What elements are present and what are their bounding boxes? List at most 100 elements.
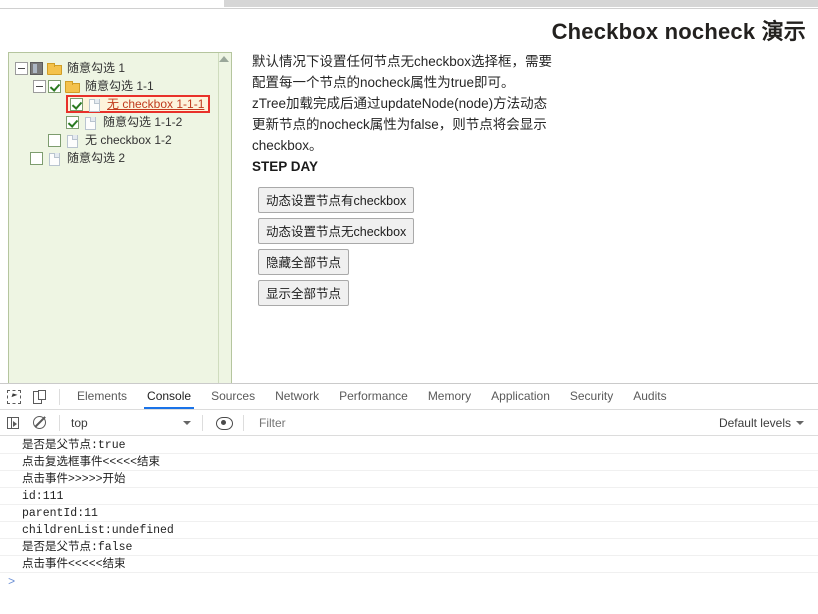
tree-switch-spacer: [51, 116, 64, 129]
description-line: 配置每一个节点的nocheck属性为true即可。: [252, 75, 515, 90]
console-settings-eye-button[interactable]: [210, 410, 236, 435]
description-line: 默认情况下设置任何节点无checkbox选择框，需要: [252, 54, 553, 69]
log-levels-select[interactable]: Default levels: [719, 416, 804, 430]
console-filter-bar: top Default levels: [0, 410, 818, 436]
console-message: 是否是父节点:false: [0, 539, 818, 556]
devtools-tab-console[interactable]: Console: [137, 384, 201, 409]
description-line: checkbox。: [252, 138, 323, 153]
tree-node-checkbox[interactable]: [30, 151, 43, 165]
toolbar-divider: [59, 388, 60, 405]
set-node-has-checkbox-button[interactable]: 动态设置节点有checkbox: [258, 187, 415, 213]
clear-console-button[interactable]: [26, 410, 52, 435]
browser-chrome-strip: [0, 0, 818, 9]
tree-scrollbar[interactable]: [218, 53, 231, 383]
tree-node-row[interactable]: 随意勾选 1: [15, 59, 231, 77]
devtools-tab-security[interactable]: Security: [560, 384, 623, 409]
step-label: STEP DAY: [252, 159, 319, 174]
ztree-panel[interactable]: 随意勾选 1 随意勾选 1-1 无 checkbox 1-1-1 随意勾选 1-1-2…: [8, 52, 232, 384]
tree-node-content[interactable]: 无 checkbox 1-2: [48, 131, 174, 149]
tree-node-checkbox[interactable]: [66, 115, 79, 129]
chevron-down-icon: [796, 420, 804, 425]
tree-node-content[interactable]: 随意勾选 1: [30, 59, 127, 77]
console-message: 是否是父节点:true: [0, 437, 818, 454]
set-node-no-checkbox-button[interactable]: 动态设置节点无checkbox: [258, 218, 415, 244]
tree-node[interactable]: 随意勾选 1-1 无 checkbox 1-1-1 随意勾选 1-1-2: [33, 77, 231, 131]
device-toolbar-icon: [32, 390, 46, 404]
filterbar-divider-3: [243, 414, 244, 431]
tree-node-row[interactable]: 随意勾选 1-1-2: [51, 113, 231, 131]
console-message: 点击事件>>>>>开始: [0, 471, 818, 488]
tree-node-row[interactable]: 无 checkbox 1-2: [33, 131, 231, 149]
console-filter-input[interactable]: [251, 414, 719, 431]
devtools-tab-performance[interactable]: Performance: [329, 384, 418, 409]
tree-node-checkbox[interactable]: [48, 133, 61, 147]
tree-node-checkbox[interactable]: [48, 79, 61, 93]
tree-node-row[interactable]: 随意勾选 1-1: [33, 77, 231, 95]
file-icon: [64, 133, 80, 148]
log-levels-value: Default levels: [718, 415, 791, 430]
devtools-tab-memory[interactable]: Memory: [418, 384, 481, 409]
tree-node-label: 无 checkbox 1-2: [85, 133, 172, 147]
tree-node-content[interactable]: 随意勾选 2: [30, 149, 127, 167]
console-prompt[interactable]: >: [0, 573, 818, 591]
devtools-tab-sources[interactable]: Sources: [201, 384, 265, 409]
toggle-device-toolbar-button[interactable]: [26, 384, 52, 409]
tree-node-label: 无 checkbox 1-1-1: [107, 97, 205, 111]
tree-node-content[interactable]: 随意勾选 1-1: [48, 77, 156, 95]
tree-switch-spacer: [33, 134, 46, 147]
browser-tab-strip: [224, 0, 818, 7]
devtools-tab-application[interactable]: Application: [481, 384, 560, 409]
action-button-group: 动态设置节点有checkbox 动态设置节点无checkbox 隐藏全部节点 显…: [258, 187, 415, 311]
tree-node[interactable]: 随意勾选 2: [15, 149, 231, 167]
execution-context-select[interactable]: top: [67, 416, 195, 430]
console-logs-container: 是否是父节点:true 点击复选框事件<<<<<结束 点击事件>>>>>开始 id:1…: [0, 437, 818, 573]
tree-node[interactable]: 随意勾选 1 随意勾选 1-1 无 checkbox 1-1-1 随意勾选 1-1-2…: [15, 59, 231, 149]
console-message: 点击复选框事件<<<<<结束: [0, 454, 818, 471]
tree-node-content[interactable]: 随意勾选 1-1-2: [66, 113, 184, 131]
tree-node-checkbox[interactable]: [30, 61, 43, 75]
app-root: Checkbox nocheck 演示 随意勾选 1 随意勾选 1-1 无 chec…: [0, 0, 818, 614]
devtools-tabbar: Elements Console Sources Network Performance…: [0, 384, 818, 410]
hide-all-nodes-button[interactable]: 隐藏全部节点: [258, 249, 350, 275]
console-message: id:111: [0, 488, 818, 505]
execution-context-value: top: [71, 415, 88, 430]
devtools-tab-audits[interactable]: Audits: [623, 384, 676, 409]
devtools-tab-elements[interactable]: Elements: [67, 384, 137, 409]
folder-icon: [46, 61, 62, 76]
filterbar-divider-1: [59, 414, 60, 431]
description-line: zTree加载完成后通过updateNode(node)方法动态: [252, 96, 548, 111]
scroll-up-arrow-icon[interactable]: [219, 56, 229, 62]
console-message: 点击事件<<<<<结束: [0, 556, 818, 573]
file-icon: [86, 97, 102, 112]
console-message-list[interactable]: 是否是父节点:true 点击复选框事件<<<<<结束 点击事件>>>>>开始 id:1…: [0, 437, 818, 614]
sidebar-icon: [7, 416, 19, 429]
tree-node-label: 随意勾选 1: [67, 61, 126, 75]
tree-node[interactable]: 随意勾选 1-1-2: [51, 113, 231, 131]
inspect-cursor-icon: [6, 390, 21, 404]
tree-node[interactable]: 无 checkbox 1-1-1: [51, 95, 231, 113]
page-content: Checkbox nocheck 演示 随意勾选 1 随意勾选 1-1 无 chec…: [0, 9, 818, 384]
tree-node-label: 随意勾选 1-1-2: [103, 115, 183, 129]
console-message: parentId:11: [0, 505, 818, 522]
collapse-switch-icon[interactable]: [15, 61, 28, 75]
show-all-nodes-button[interactable]: 显示全部节点: [258, 280, 350, 306]
page-title: Checkbox nocheck 演示: [551, 19, 806, 44]
tree-node-row[interactable]: 随意勾选 2: [15, 149, 231, 167]
filterbar-divider-2: [202, 414, 203, 431]
devtools-tab-list: Elements Console Sources Network Performance…: [67, 384, 677, 409]
tree-switch-spacer: [51, 98, 64, 111]
inspect-element-button[interactable]: [0, 384, 26, 409]
eye-icon: [215, 417, 233, 430]
console-sidebar-toggle-button[interactable]: [0, 410, 26, 435]
collapse-switch-icon[interactable]: [33, 79, 46, 93]
clear-console-icon: [32, 416, 46, 429]
description-block: 默认情况下设置任何节点无checkbox选择框，需要 配置每一个节点的noche…: [252, 51, 672, 177]
tree-node-row[interactable]: 无 checkbox 1-1-1: [51, 95, 231, 113]
tree-node-content[interactable]: 无 checkbox 1-1-1: [66, 95, 211, 113]
description-line: 更新节点的nocheck属性为false，则节点将会显示: [252, 117, 547, 132]
devtools-tab-network[interactable]: Network: [265, 384, 329, 409]
chevron-down-icon: [183, 420, 191, 425]
tree-node[interactable]: 无 checkbox 1-2: [33, 131, 231, 149]
tree-switch-spacer: [15, 152, 28, 165]
tree-node-checkbox[interactable]: [70, 97, 83, 111]
